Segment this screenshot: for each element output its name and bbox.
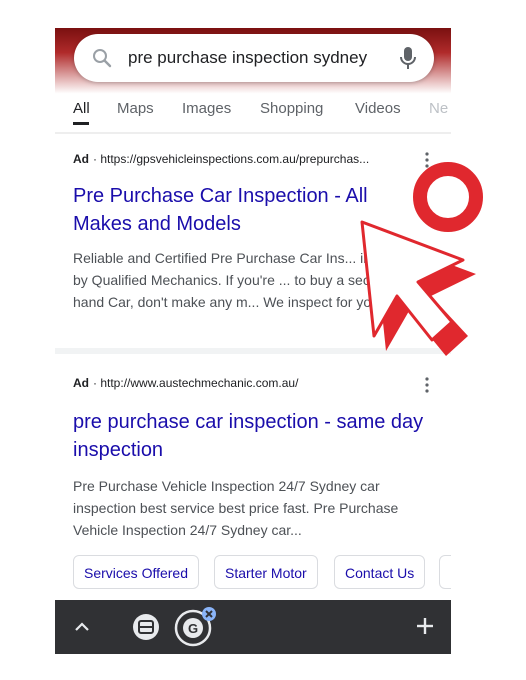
phone-screen: pre purchase inspection sydney All Maps …	[55, 28, 451, 654]
google-icon[interactable]: G	[173, 606, 219, 648]
search-tabs: All Maps Images Shopping Videos Ne	[55, 94, 451, 130]
ad-url-line[interactable]: Ad · http://www.austechmechanic.com.au/	[73, 376, 413, 390]
search-box[interactable]: pre purchase inspection sydney	[74, 34, 434, 82]
result-url: https://gpsvehicleinspections.com.au/pre…	[100, 152, 370, 166]
sitelink-starter-motor[interactable]: Starter Motor	[214, 555, 318, 589]
sitelink-contact-us[interactable]: Contact Us	[334, 555, 426, 589]
plus-icon[interactable]	[415, 616, 435, 636]
ad-badge: Ad	[73, 152, 89, 166]
tab-shopping[interactable]: Shopping	[260, 100, 323, 117]
ad-badge: Ad	[73, 376, 89, 390]
result-title[interactable]: pre purchase car inspection - same day i…	[73, 408, 433, 464]
svg-text:G: G	[188, 621, 198, 636]
result-title[interactable]: Pre Purchase Car Inspection - All Makes …	[73, 182, 413, 238]
active-tab-indicator	[73, 122, 89, 125]
result-snippet: Reliable and Certified Pre Purchase Car …	[73, 250, 422, 310]
tab-maps[interactable]: Maps	[117, 100, 154, 117]
tab-images[interactable]: Images	[182, 100, 231, 117]
tab-videos[interactable]: Videos	[355, 100, 401, 117]
more-vert-icon[interactable]	[423, 152, 431, 168]
bottom-toolbar: G	[55, 600, 451, 654]
mic-icon[interactable]	[396, 45, 420, 71]
result-separator	[55, 348, 451, 354]
divider	[55, 132, 451, 134]
result-snippet: Pre Purchase Vehicle Inspection 24/7 Syd…	[73, 478, 399, 538]
chevron-up-icon[interactable]	[73, 618, 91, 636]
tab-news[interactable]: Ne	[429, 100, 448, 117]
result-url: http://www.austechmechanic.com.au/	[100, 376, 299, 390]
tab-all[interactable]: All	[73, 100, 90, 117]
tab-switcher-icon[interactable]	[131, 612, 161, 642]
search-icon[interactable]	[90, 46, 114, 70]
search-input[interactable]: pre purchase inspection sydney	[128, 48, 367, 68]
more-vert-icon[interactable]	[423, 377, 431, 393]
ad-url-line[interactable]: Ad · https://gpsvehicleinspections.com.au…	[73, 152, 413, 166]
sitelink-more[interactable]	[439, 555, 451, 589]
sitelink-services-offered[interactable]: Services Offered	[73, 555, 200, 589]
